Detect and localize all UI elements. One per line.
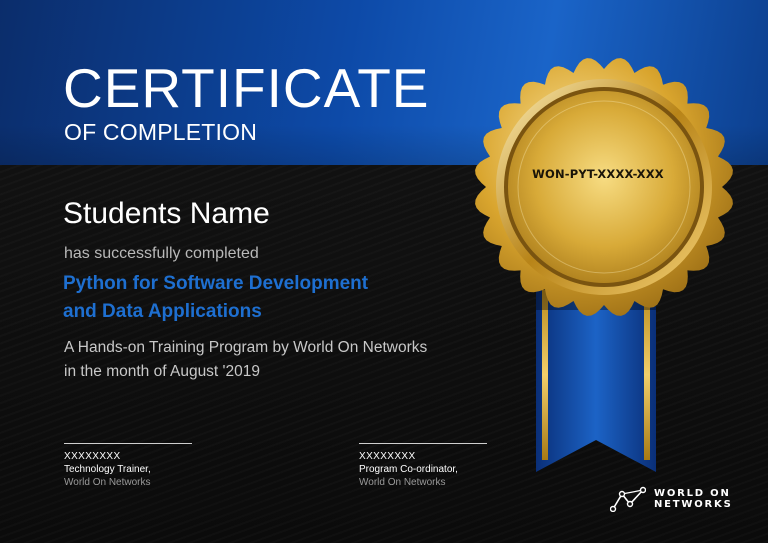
signature-block-coordinator: XXXXXXXX Program Co-ordinator, World On … xyxy=(359,443,559,489)
certificate: CERTIFICATE OF COMPLETION Students Name … xyxy=(0,0,768,543)
signatory-org: World On Networks xyxy=(64,477,151,488)
logo-text-line: NETWORKS xyxy=(654,499,733,510)
program-description-line: in the month of August '2019 xyxy=(64,363,260,380)
signatory-name: XXXXXXXX xyxy=(359,451,416,462)
program-description: A Hands-on Training Program by World On … xyxy=(64,336,464,384)
program-description-line: A Hands-on Training Program by World On … xyxy=(64,339,428,356)
completed-text: has successfully completed xyxy=(64,245,259,262)
logo-text-line: WORLD ON xyxy=(654,488,731,499)
course-title-line: Python for Software Development xyxy=(63,273,369,294)
signature-block-trainer: XXXXXXXX Technology Trainer, World On Ne… xyxy=(64,443,264,489)
signatory-org: World On Networks xyxy=(359,477,446,488)
logo-text: WORLD ON NETWORKS xyxy=(654,488,733,510)
student-name: Students Name xyxy=(63,197,270,230)
signatory-role: Program Co-ordinator, xyxy=(359,464,458,475)
signatory-name: XXXXXXXX xyxy=(64,451,121,462)
course-title: Python for Software Development and Data… xyxy=(63,270,443,326)
gold-medal-icon xyxy=(475,58,733,316)
certificate-title: CERTIFICATE xyxy=(63,57,430,119)
signature-line xyxy=(64,443,192,444)
certificate-id: WON-PYT-XXXX-XXX xyxy=(532,167,664,181)
signature-line xyxy=(359,443,487,444)
certificate-subtitle: OF COMPLETION xyxy=(64,119,258,145)
course-title-line: and Data Applications xyxy=(63,301,262,322)
network-nodes-icon xyxy=(610,486,646,512)
world-on-networks-logo: WORLD ON NETWORKS xyxy=(610,486,740,512)
signatory-role: Technology Trainer, xyxy=(64,464,151,475)
